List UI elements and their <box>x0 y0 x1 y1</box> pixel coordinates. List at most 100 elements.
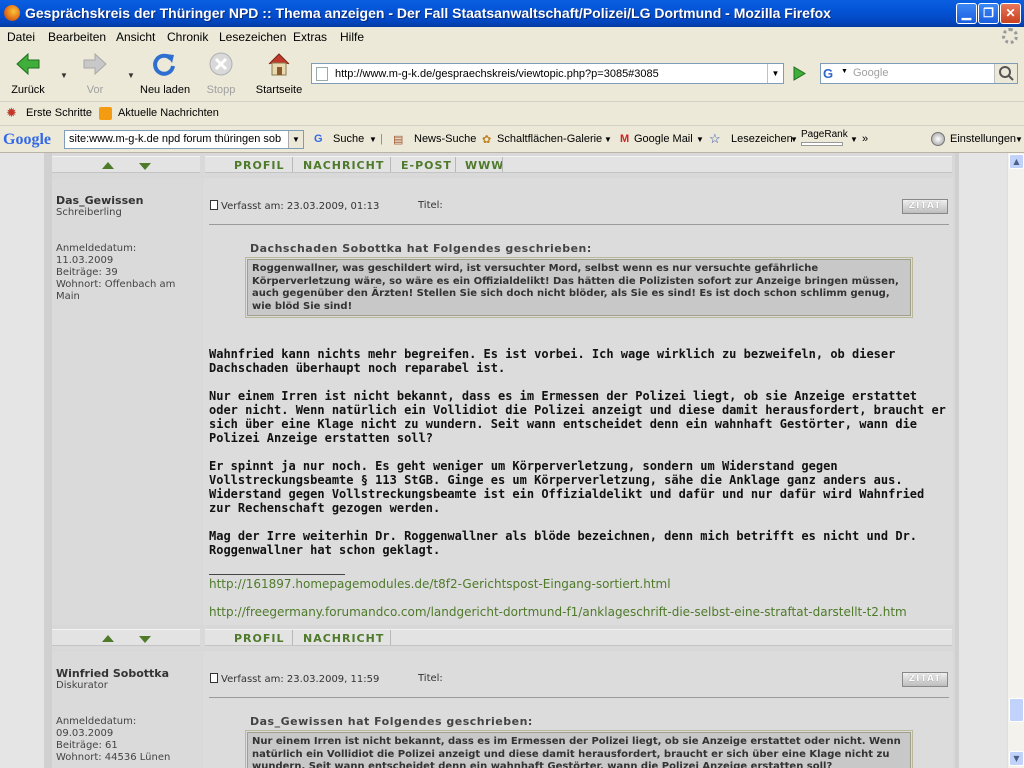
news-suche-button[interactable]: News-Suche <box>414 133 476 145</box>
go-arrow-icon[interactable] <box>789 63 809 84</box>
post-content: Verfasst am: 23.03.2009, 01:13 Titel: ZI… <box>203 178 953 625</box>
e-post-link[interactable]: E-POST <box>401 159 452 172</box>
profil-link[interactable]: PROFIL <box>234 159 285 172</box>
google-mail-button[interactable]: Google Mail <box>634 133 693 145</box>
menu-ansicht[interactable]: Ansicht <box>116 30 155 44</box>
google-toolbar-search[interactable]: site:www.m-g-k.de npd forum thüringen so… <box>64 130 304 149</box>
suche-dropdown-icon[interactable]: ▼ <box>369 135 377 144</box>
google-suche-button[interactable]: Suche <box>333 133 364 145</box>
scroll-up-arrow-icon[interactable] <box>102 635 114 642</box>
quote-box: Roggenwallner, was geschildert wird, ist… <box>245 257 913 318</box>
star-bookmark-icon: ☆ <box>709 131 721 146</box>
scroll-up-icon[interactable]: ▲ <box>1009 154 1024 169</box>
signature-divider <box>209 574 345 575</box>
url-dropdown-icon[interactable]: ▼ <box>767 64 783 83</box>
gallery-dropdown-icon[interactable]: ▼ <box>604 135 612 144</box>
back-arrow-icon <box>16 52 40 76</box>
more-tools-button[interactable]: » <box>862 133 868 145</box>
vertical-scrollbar[interactable]: ▲ ▼ <box>1007 153 1024 768</box>
back-button[interactable]: Zurück <box>10 51 46 96</box>
menu-lesezeichen[interactable]: Lesezeichen <box>219 30 286 44</box>
pagerank-label[interactable]: PageRank <box>801 129 848 140</box>
back-history-dropdown[interactable]: ▼ <box>60 71 68 80</box>
menu-hilfe[interactable]: Hilfe <box>340 30 364 44</box>
scroll-down-arrow-icon[interactable] <box>139 163 151 170</box>
signature-link[interactable]: http://161897.homepagemodules.de/t8f2-Ge… <box>209 577 671 591</box>
author-name[interactable]: Winfried Sobottka <box>56 667 169 680</box>
url-text: http://www.m-g-k.de/gespraechskreis/view… <box>335 68 659 80</box>
minimize-button[interactable]: ▁ <box>956 3 977 24</box>
signature-link[interactable]: http://freegermany.forumandco.com/landge… <box>209 605 907 619</box>
author-info: Anmeldedatum: 11.03.2009 Beiträge: 39 Wo… <box>56 243 176 302</box>
post-action-bar: PROFIL NACHRICHT <box>52 628 952 649</box>
separator <box>502 157 503 172</box>
forward-arrow-icon <box>83 52 107 76</box>
window-title: Gesprächskreis der Thüringer NPD :: Them… <box>25 5 831 21</box>
nachricht-link[interactable]: NACHRICHT <box>303 159 384 172</box>
scroll-down-arrow-icon[interactable] <box>139 636 151 643</box>
rss-icon <box>99 107 112 120</box>
post-divider <box>209 697 949 698</box>
stop-button[interactable]: Stopp <box>205 51 237 96</box>
author-column: Winfried Sobottka Diskurator Anmeldedatu… <box>52 651 202 768</box>
firefox-icon <box>4 5 20 21</box>
author-name[interactable]: Das_Gewissen <box>56 194 143 207</box>
menu-bar: Datei Bearbeiten Ansicht Chronik Lesezei… <box>0 27 1024 47</box>
gallery-icon: ✿ <box>482 134 492 146</box>
navigation-toolbar: Zurück ▼ Vor ▼ Neu laden Stopp Startseit… <box>0 47 1024 101</box>
quote-box: Nur einem Irren ist nicht bekannt, dass … <box>245 730 913 768</box>
separator <box>292 630 293 645</box>
engine-dropdown-icon[interactable]: ▼ <box>841 68 848 75</box>
separator <box>292 157 293 172</box>
post-body: Wahnfried kann nichts mehr begreifen. Es… <box>209 347 946 557</box>
post-action-bar: PROFIL NACHRICHT E-POST WWW <box>52 155 952 176</box>
quote-header: Dachschaden Sobottka hat Folgendes gesch… <box>250 242 592 255</box>
author-info: Anmeldedatum: 09.03.2009 Beiträge: 61 Wo… <box>56 716 171 763</box>
menu-datei[interactable]: Datei <box>7 30 35 44</box>
google-toolbar: Google site:www.m-g-k.de npd forum thüri… <box>0 125 1024 153</box>
close-button[interactable]: ✕ <box>1000 3 1021 24</box>
www-link[interactable]: WWW <box>465 159 504 172</box>
web-search-box[interactable]: G ▼ Google <box>820 63 1018 84</box>
post-meta: Verfasst am: 23.03.2009, 11:59 Titel: <box>210 673 443 685</box>
gmail-icon: M <box>620 133 630 145</box>
gallery-button[interactable]: Schaltflächen-Galerie <box>497 133 602 145</box>
bookmarks-toolbar: ✹ Erste Schritte Aktuelle Nachrichten <box>0 101 1024 125</box>
einstellungen-button[interactable]: Einstellungen <box>950 133 1016 145</box>
profil-link[interactable]: PROFIL <box>234 632 285 645</box>
zitat-button[interactable]: ZITAT <box>902 199 948 214</box>
post-divider <box>209 224 949 225</box>
nachricht-link[interactable]: NACHRICHT <box>303 632 384 645</box>
author-rank: Diskurator <box>56 680 108 691</box>
mail-dropdown-icon[interactable]: ▼ <box>696 135 704 144</box>
menu-bearbeiten[interactable]: Bearbeiten <box>48 30 106 44</box>
separator <box>455 157 456 172</box>
url-bar[interactable]: http://www.m-g-k.de/gespraechskreis/view… <box>311 63 784 84</box>
bookmark-aktuelle-nachrichten[interactable]: Aktuelle Nachrichten <box>118 107 219 119</box>
menu-chronik[interactable]: Chronik <box>167 30 208 44</box>
reload-button[interactable]: Neu laden <box>140 51 190 96</box>
zitat-button[interactable]: ZITAT <box>902 672 948 687</box>
post-icon <box>210 200 218 210</box>
bookmark-erste-schritte[interactable]: Erste Schritte <box>26 107 92 119</box>
scrollbar-thumb[interactable] <box>1009 698 1024 722</box>
settings-dropdown-icon[interactable]: ▼ <box>1015 135 1023 144</box>
google-g-icon: G <box>314 133 323 145</box>
throbber-icon <box>1002 28 1018 44</box>
scroll-down-icon[interactable]: ▼ <box>1009 751 1024 766</box>
maximize-button[interactable]: ❐ <box>978 3 999 24</box>
home-button[interactable]: Startseite <box>254 51 304 96</box>
search-placeholder: Google <box>853 67 889 79</box>
google-search-dropdown-icon[interactable]: ▼ <box>288 131 303 148</box>
page-icon <box>316 67 328 81</box>
scroll-up-arrow-icon[interactable] <box>102 162 114 169</box>
lesezeichen-button[interactable]: Lesezeichen <box>731 133 793 145</box>
magnifier-icon[interactable] <box>994 64 1017 83</box>
settings-icon <box>931 132 945 146</box>
forward-history-dropdown[interactable]: ▼ <box>127 71 135 80</box>
page-viewport: PROFIL NACHRICHT E-POST WWW Das_Gewissen… <box>0 153 1007 768</box>
post-content: Verfasst am: 23.03.2009, 11:59 Titel: ZI… <box>203 651 953 768</box>
forward-button[interactable]: Vor <box>80 51 110 96</box>
pagerank-dropdown-icon[interactable]: ▼ <box>850 135 858 144</box>
menu-extras[interactable]: Extras <box>293 30 327 44</box>
